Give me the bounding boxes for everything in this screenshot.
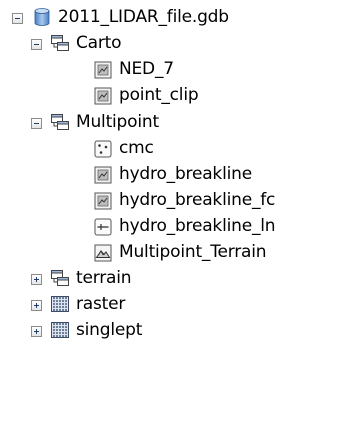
expand-toggle-raster[interactable]	[31, 300, 42, 311]
tree-item-label: cmc	[119, 138, 154, 158]
tree-item-point-clip[interactable]: point_clip	[0, 84, 362, 110]
tree-item-label: Multipoint_Terrain	[119, 242, 267, 262]
tree-item-label: Carto	[76, 33, 122, 53]
tree-item-terrain[interactable]: terrain	[0, 267, 362, 293]
tree-item-root[interactable]: 2011_LIDAR_file.gdb	[0, 6, 362, 32]
raster-dataset-icon	[94, 87, 112, 105]
tree-item-singlept[interactable]: singlept	[0, 319, 362, 345]
terrain-icon	[94, 244, 112, 262]
feature-dataset-icon	[51, 35, 69, 51]
tree-item-cmc[interactable]: cmc	[0, 137, 362, 163]
tree-item-multipoint-terrain[interactable]: Multipoint_Terrain	[0, 241, 362, 267]
tree-item-carto[interactable]: Carto	[0, 32, 362, 58]
tree-item-label: 2011_LIDAR_file.gdb	[58, 7, 229, 27]
expand-toggle-terrain[interactable]	[31, 274, 42, 285]
tree-item-label: point_clip	[119, 85, 199, 105]
raster-catalog-icon	[51, 296, 69, 312]
tree-item-label: terrain	[76, 268, 132, 288]
raster-catalog-icon	[51, 322, 69, 338]
feature-dataset-icon	[51, 270, 69, 286]
tree-item-hydro-breakline[interactable]: hydro_breakline	[0, 163, 362, 189]
geodatabase-icon	[34, 8, 50, 26]
tree-item-hydro-breakline-ln[interactable]: hydro_breakline_ln	[0, 215, 362, 241]
tree-item-multipoint[interactable]: Multipoint	[0, 111, 362, 137]
tree-item-ned-7[interactable]: NED_7	[0, 58, 362, 84]
collapse-toggle-multipoint[interactable]	[31, 118, 42, 129]
tree-item-label: hydro_breakline	[119, 164, 252, 184]
line-feature-class-icon	[94, 218, 112, 236]
point-feature-class-icon	[94, 140, 112, 158]
tree-item-label: NED_7	[119, 59, 174, 79]
tree-item-label: singlept	[76, 320, 143, 340]
tree-item-label: hydro_breakline_fc	[119, 190, 276, 210]
tree-item-label: Multipoint	[76, 112, 159, 132]
raster-dataset-icon	[94, 192, 112, 210]
expand-toggle-singlept[interactable]	[31, 326, 42, 337]
tree-item-hydro-breakline-fc[interactable]: hydro_breakline_fc	[0, 189, 362, 215]
feature-dataset-icon	[51, 114, 69, 130]
collapse-toggle-root[interactable]	[12, 13, 23, 24]
tree-item-raster[interactable]: raster	[0, 293, 362, 319]
tree-item-label: raster	[76, 294, 126, 314]
raster-dataset-icon	[94, 166, 112, 184]
catalog-tree: 2011_LIDAR_file.gdb Carto NED_7 point_cl…	[0, 0, 362, 447]
tree-item-label: hydro_breakline_ln	[119, 216, 276, 236]
collapse-toggle-carto[interactable]	[31, 39, 42, 50]
raster-dataset-icon	[94, 61, 112, 79]
